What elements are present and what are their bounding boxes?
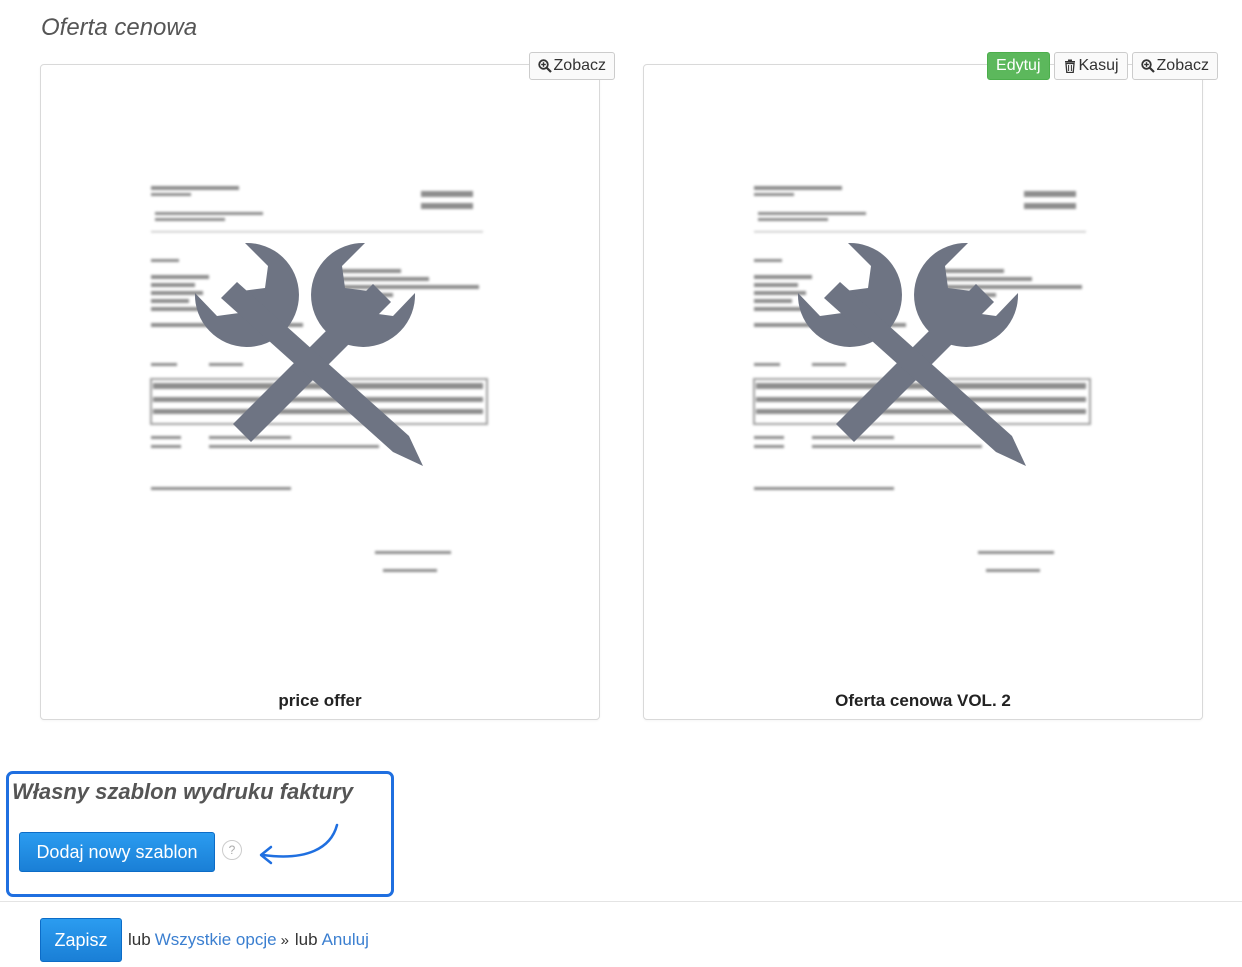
- or-text: lub: [294, 930, 318, 949]
- question-circle-icon[interactable]: ?: [222, 840, 242, 860]
- template-preview: [149, 183, 489, 583]
- custom-template-title: Własny szablon wydruku faktury: [12, 779, 354, 804]
- save-button[interactable]: Zapisz: [40, 918, 122, 962]
- template-card-price-offer[interactable]: Zobacz price offer: [40, 52, 615, 720]
- trash-icon: [1063, 59, 1077, 73]
- view-button-label: Zobacz: [553, 57, 606, 74]
- delete-button[interactable]: Kasuj: [1053, 52, 1128, 80]
- magnifier-plus-icon: [1140, 59, 1155, 73]
- edit-button[interactable]: Edytuj: [987, 52, 1050, 80]
- card-actions: Zobacz: [528, 52, 615, 80]
- raquo-glyph: »: [280, 931, 289, 949]
- delete-button-label: Kasuj: [1078, 57, 1119, 74]
- template-card-oferta-vol2[interactable]: Edytuj Kasuj Zobacz Oferta cenowa VOL. 2: [643, 52, 1218, 720]
- view-button[interactable]: Zobacz: [1131, 52, 1218, 80]
- curved-arrow-icon: [259, 823, 339, 865]
- wrench-pencil-icon: [797, 242, 1026, 466]
- view-button[interactable]: Zobacz: [528, 52, 615, 80]
- edit-button-label: Edytuj: [996, 57, 1041, 74]
- add-template-button[interactable]: Dodaj nowy szablon: [19, 832, 215, 872]
- form-footer: Zapisz lub Wszystkie opcje » lub Anuluj: [40, 918, 369, 962]
- view-button-label: Zobacz: [1156, 57, 1209, 74]
- or-text: lub: [128, 930, 151, 949]
- card-actions: Edytuj Kasuj Zobacz: [987, 52, 1218, 80]
- wrench-pencil-icon: [194, 242, 423, 466]
- template-preview: [752, 183, 1092, 583]
- magnifier-plus-icon: [537, 59, 552, 73]
- cancel-link[interactable]: Anuluj: [322, 930, 369, 950]
- all-options-link[interactable]: Wszystkie opcje: [155, 930, 277, 950]
- template-name: price offer: [278, 691, 362, 710]
- section-title: Oferta cenowa: [41, 14, 198, 41]
- divider: [0, 901, 1242, 902]
- template-name: Oferta cenowa VOL. 2: [835, 691, 1011, 710]
